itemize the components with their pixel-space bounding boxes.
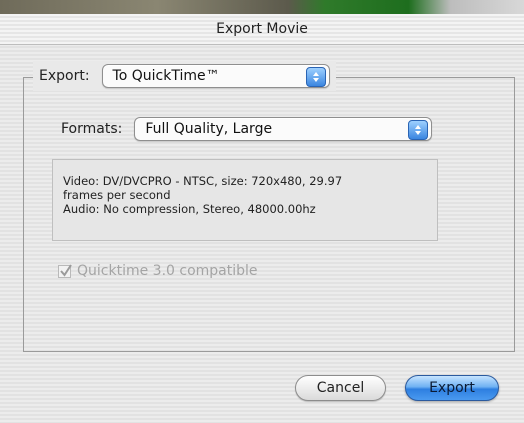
background-window-strip	[0, 0, 524, 14]
up-arrow-icon	[312, 72, 319, 76]
cancel-button[interactable]: Cancel	[295, 375, 386, 401]
up-arrow-icon	[415, 125, 422, 129]
quicktime-compat-checkbox-row[interactable]: Quicktime 3.0 compatible	[58, 263, 258, 279]
quicktime-compat-label: Quicktime 3.0 compatible	[77, 263, 258, 279]
down-arrow-icon	[415, 131, 422, 135]
export-popup[interactable]: To QuickTime™	[101, 64, 330, 88]
formats-row: Formats: Full Quality, Large	[61, 117, 433, 141]
dialog-titlebar: Export Movie	[0, 14, 524, 45]
down-arrow-icon	[312, 78, 319, 82]
video-info-line2: frames per second	[63, 188, 171, 202]
audio-info-line: Audio: No compression, Stereo, 48000.00h…	[63, 202, 316, 216]
checkmark-icon	[60, 263, 72, 277]
popup-arrows-icon	[305, 67, 326, 87]
export-button[interactable]: Export	[405, 375, 499, 401]
format-info-box: Video: DV/DVCPRO - NTSC, size: 720x480, …	[52, 159, 438, 241]
formats-popup-value: Full Quality, Large	[145, 121, 273, 137]
video-info-line1: Video: DV/DVCPRO - NTSC, size: 720x480, …	[63, 174, 343, 188]
formats-popup[interactable]: Full Quality, Large	[134, 117, 433, 141]
dialog-title: Export Movie	[216, 21, 308, 37]
export-label: Export:	[39, 68, 90, 84]
quicktime-compat-checkbox[interactable]	[58, 263, 72, 278]
export-popup-value: To QuickTime™	[112, 68, 220, 84]
export-row: Export: To QuickTime™	[33, 61, 336, 91]
formats-label: Formats:	[61, 121, 123, 137]
popup-arrows-icon	[408, 120, 429, 140]
